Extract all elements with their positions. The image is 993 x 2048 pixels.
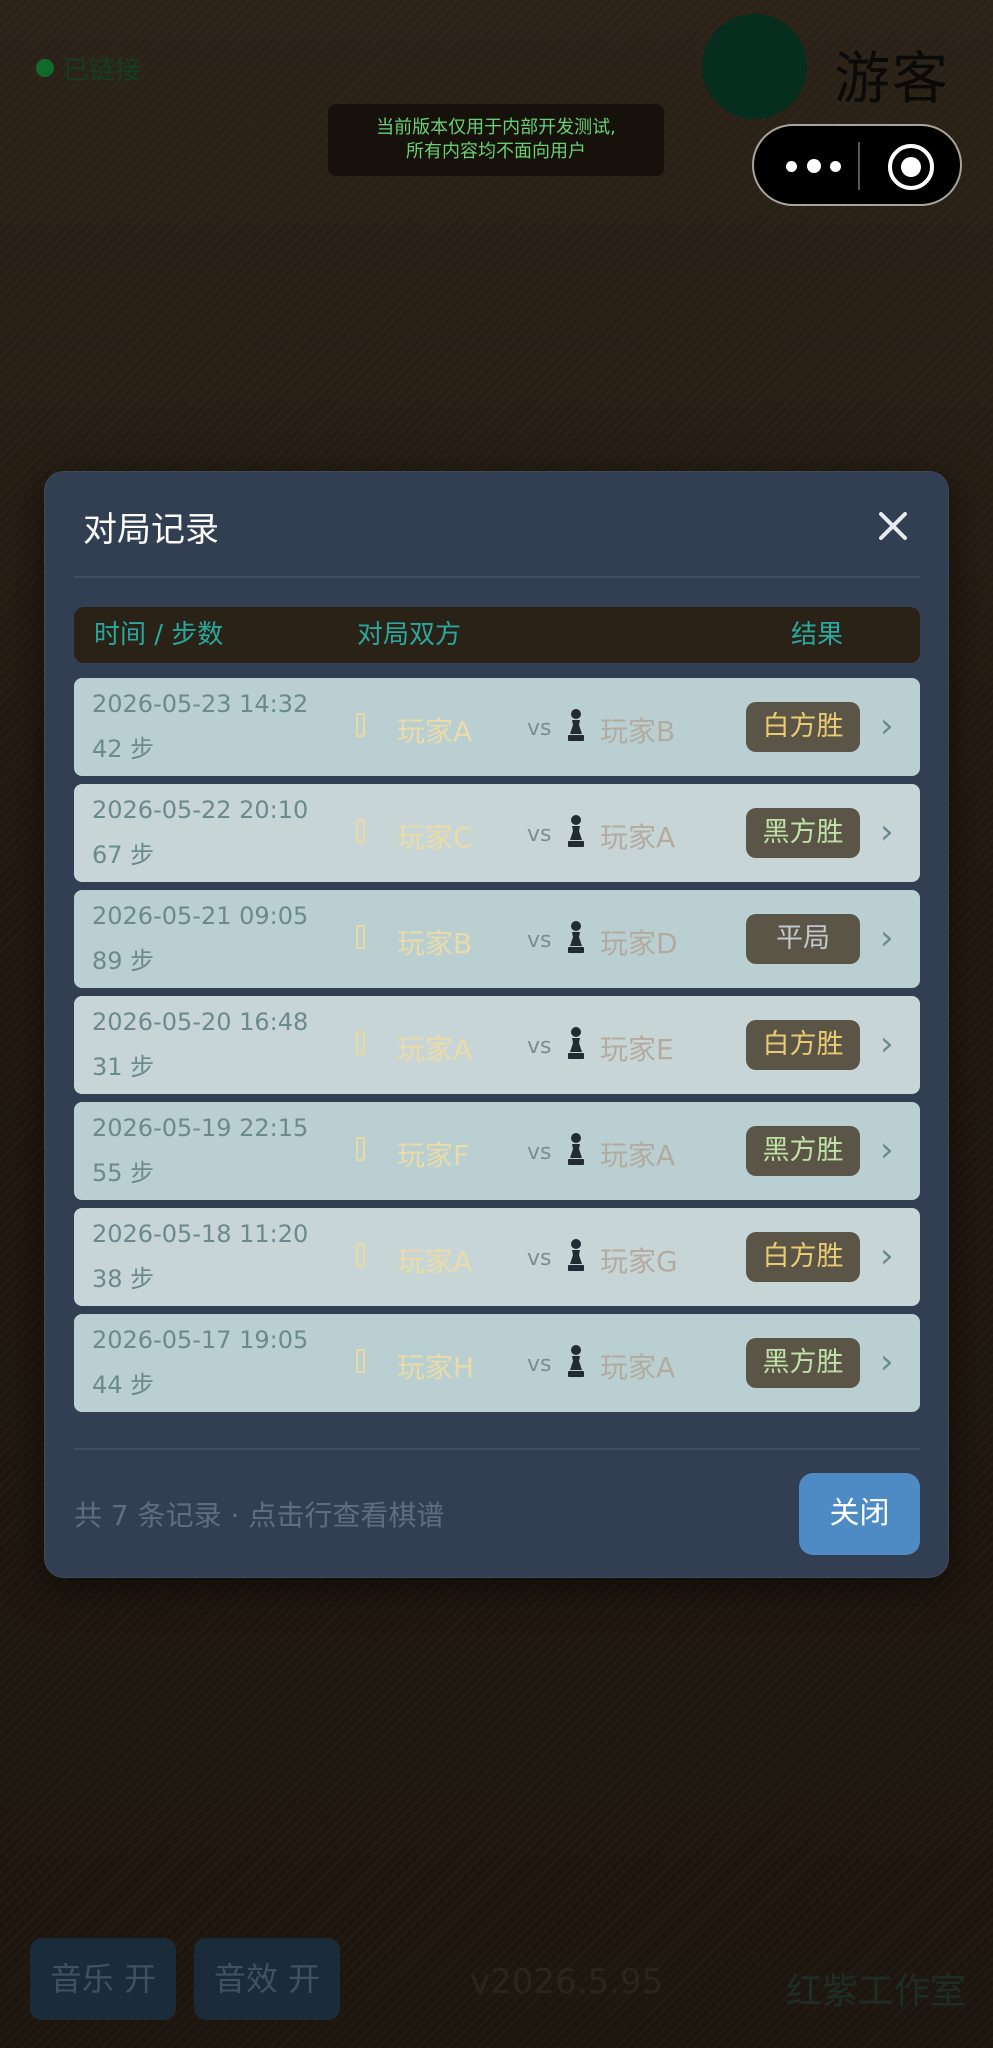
table-header: 时间 / 步数 对局双方 结果: [74, 607, 920, 663]
user-name: 游客: [834, 47, 950, 112]
result-badge: 白方胜: [746, 1232, 860, 1282]
table-row[interactable]: 2026-05-22 20:10 67 步 玩家C vs 玩家A 黑方胜 ›: [74, 784, 920, 882]
record-steps: 67 步: [92, 841, 155, 869]
black-player: 玩家D: [600, 927, 678, 960]
black-pawn-icon: [568, 1345, 584, 1377]
black-player: 玩家A: [600, 1351, 676, 1384]
versus-label: vs: [527, 716, 552, 741]
chevron-right-icon: ›: [880, 1342, 894, 1382]
black-pawn-icon: [568, 1027, 584, 1059]
white-piece-icon: [356, 713, 365, 737]
black-pawn-icon: [568, 709, 584, 741]
record-date: 2026-05-23 14:32: [92, 690, 309, 718]
black-player: 玩家A: [600, 821, 676, 854]
white-piece-icon: [356, 1137, 365, 1161]
black-player: 玩家E: [600, 1033, 674, 1066]
record-steps: 55 步: [92, 1159, 155, 1187]
white-player: 玩家A: [397, 715, 473, 748]
result-badge: 平局: [746, 914, 860, 964]
dev-notice-toast: 当前版本仅用于内部开发测试, 所有内容均不面向用户: [328, 104, 664, 176]
record-date: 2026-05-17 19:05: [92, 1326, 309, 1354]
white-piece-icon: [356, 1243, 365, 1267]
table-row[interactable]: 2026-05-19 22:15 55 步 玩家F vs 玩家A 黑方胜 ›: [74, 1102, 920, 1200]
column-header-players: 对局双方: [357, 620, 462, 650]
record-steps: 38 步: [92, 1265, 155, 1293]
table-row[interactable]: 2026-05-18 11:20 38 步 玩家A vs 玩家G 白方胜 ›: [74, 1208, 920, 1306]
chevron-right-icon: ›: [880, 1024, 894, 1064]
page: 已链接 游客 当前版本仅用于内部开发测试, 所有内容均不面向用户 音乐 开 音效…: [0, 0, 993, 2048]
versus-label: vs: [527, 1352, 552, 1377]
black-pawn-icon: [568, 1133, 584, 1165]
column-header-time: 时间 / 步数: [94, 620, 224, 650]
status-dot-icon: [36, 59, 54, 77]
more-icon[interactable]: [784, 152, 846, 180]
white-player: 玩家F: [397, 1139, 470, 1172]
chevron-right-icon: ›: [880, 706, 894, 746]
footer-divider: [74, 1448, 920, 1450]
chevron-right-icon: ›: [880, 812, 894, 852]
white-player: 玩家C: [397, 821, 473, 854]
versus-label: vs: [527, 1246, 552, 1271]
versus-label: vs: [527, 1140, 552, 1165]
dev-notice-line1: 当前版本仅用于内部开发测试,: [376, 117, 616, 138]
records-summary: 共 7 条记录 · 点击行查看棋谱: [74, 1499, 445, 1532]
record-date: 2026-05-18 11:20: [92, 1220, 309, 1248]
capsule-divider: [858, 142, 860, 190]
header-divider: [74, 576, 920, 578]
result-badge: 白方胜: [746, 1020, 860, 1070]
white-player: 玩家H: [397, 1351, 475, 1384]
black-pawn-icon: [568, 815, 584, 847]
record-date: 2026-05-21 09:05: [92, 902, 309, 930]
record-steps: 89 步: [92, 947, 155, 975]
record-steps: 44 步: [92, 1371, 155, 1399]
result-badge: 白方胜: [746, 702, 860, 752]
white-piece-icon: [356, 1031, 365, 1055]
close-icon[interactable]: [875, 508, 911, 544]
target-icon[interactable]: [888, 144, 934, 190]
result-badge: 黑方胜: [746, 808, 860, 858]
studio-label: 红紫工作室: [786, 1971, 967, 2012]
game-records-dialog: 对局记录 时间 / 步数 对局双方 结果 2026-05-23 14:32 42…: [44, 471, 949, 1578]
versus-label: vs: [527, 928, 552, 953]
result-badge: 黑方胜: [746, 1338, 860, 1388]
table-row[interactable]: 2026-05-20 16:48 31 步 玩家A vs 玩家E 白方胜 ›: [74, 996, 920, 1094]
close-button[interactable]: 关闭: [799, 1473, 920, 1555]
result-badge: 黑方胜: [746, 1126, 860, 1176]
dev-notice-line2: 所有内容均不面向用户: [406, 141, 586, 162]
white-player: 玩家B: [397, 927, 473, 960]
chevron-right-icon: ›: [880, 1130, 894, 1170]
versus-label: vs: [527, 1034, 552, 1059]
chevron-right-icon: ›: [880, 918, 894, 958]
chevron-right-icon: ›: [880, 1236, 894, 1276]
table-row[interactable]: 2026-05-21 09:05 89 步 玩家B vs 玩家D 平局 ›: [74, 890, 920, 988]
black-pawn-icon: [568, 921, 584, 953]
black-player: 玩家B: [600, 715, 676, 748]
black-player: 玩家G: [600, 1245, 678, 1278]
white-player: 玩家A: [397, 1245, 473, 1278]
record-steps: 42 步: [92, 735, 155, 763]
record-date: 2026-05-20 16:48: [92, 1008, 309, 1036]
avatar[interactable]: [702, 14, 807, 119]
connection-status: 已链接: [63, 56, 142, 86]
black-player: 玩家A: [600, 1139, 676, 1172]
white-player: 玩家A: [397, 1033, 473, 1066]
table-row[interactable]: 2026-05-23 14:32 42 步 玩家A vs 玩家B 白方胜 ›: [74, 678, 920, 776]
version-label: v2026.5.95: [470, 1962, 664, 2002]
record-date: 2026-05-22 20:10: [92, 796, 309, 824]
table-row[interactable]: 2026-05-17 19:05 44 步 玩家H vs 玩家A 黑方胜 ›: [74, 1314, 920, 1412]
sound-toggle-button[interactable]: 音效 开: [194, 1938, 340, 2020]
black-pawn-icon: [568, 1239, 584, 1271]
white-piece-icon: [356, 1349, 365, 1373]
column-header-result: 结果: [791, 620, 844, 650]
music-toggle-button[interactable]: 音乐 开: [30, 1938, 176, 2020]
versus-label: vs: [527, 822, 552, 847]
dialog-title: 对局记录: [83, 510, 219, 550]
miniprogram-capsule: [752, 124, 962, 206]
white-piece-icon: [356, 819, 365, 843]
record-steps: 31 步: [92, 1053, 155, 1081]
white-piece-icon: [356, 925, 365, 949]
record-date: 2026-05-19 22:15: [92, 1114, 309, 1142]
